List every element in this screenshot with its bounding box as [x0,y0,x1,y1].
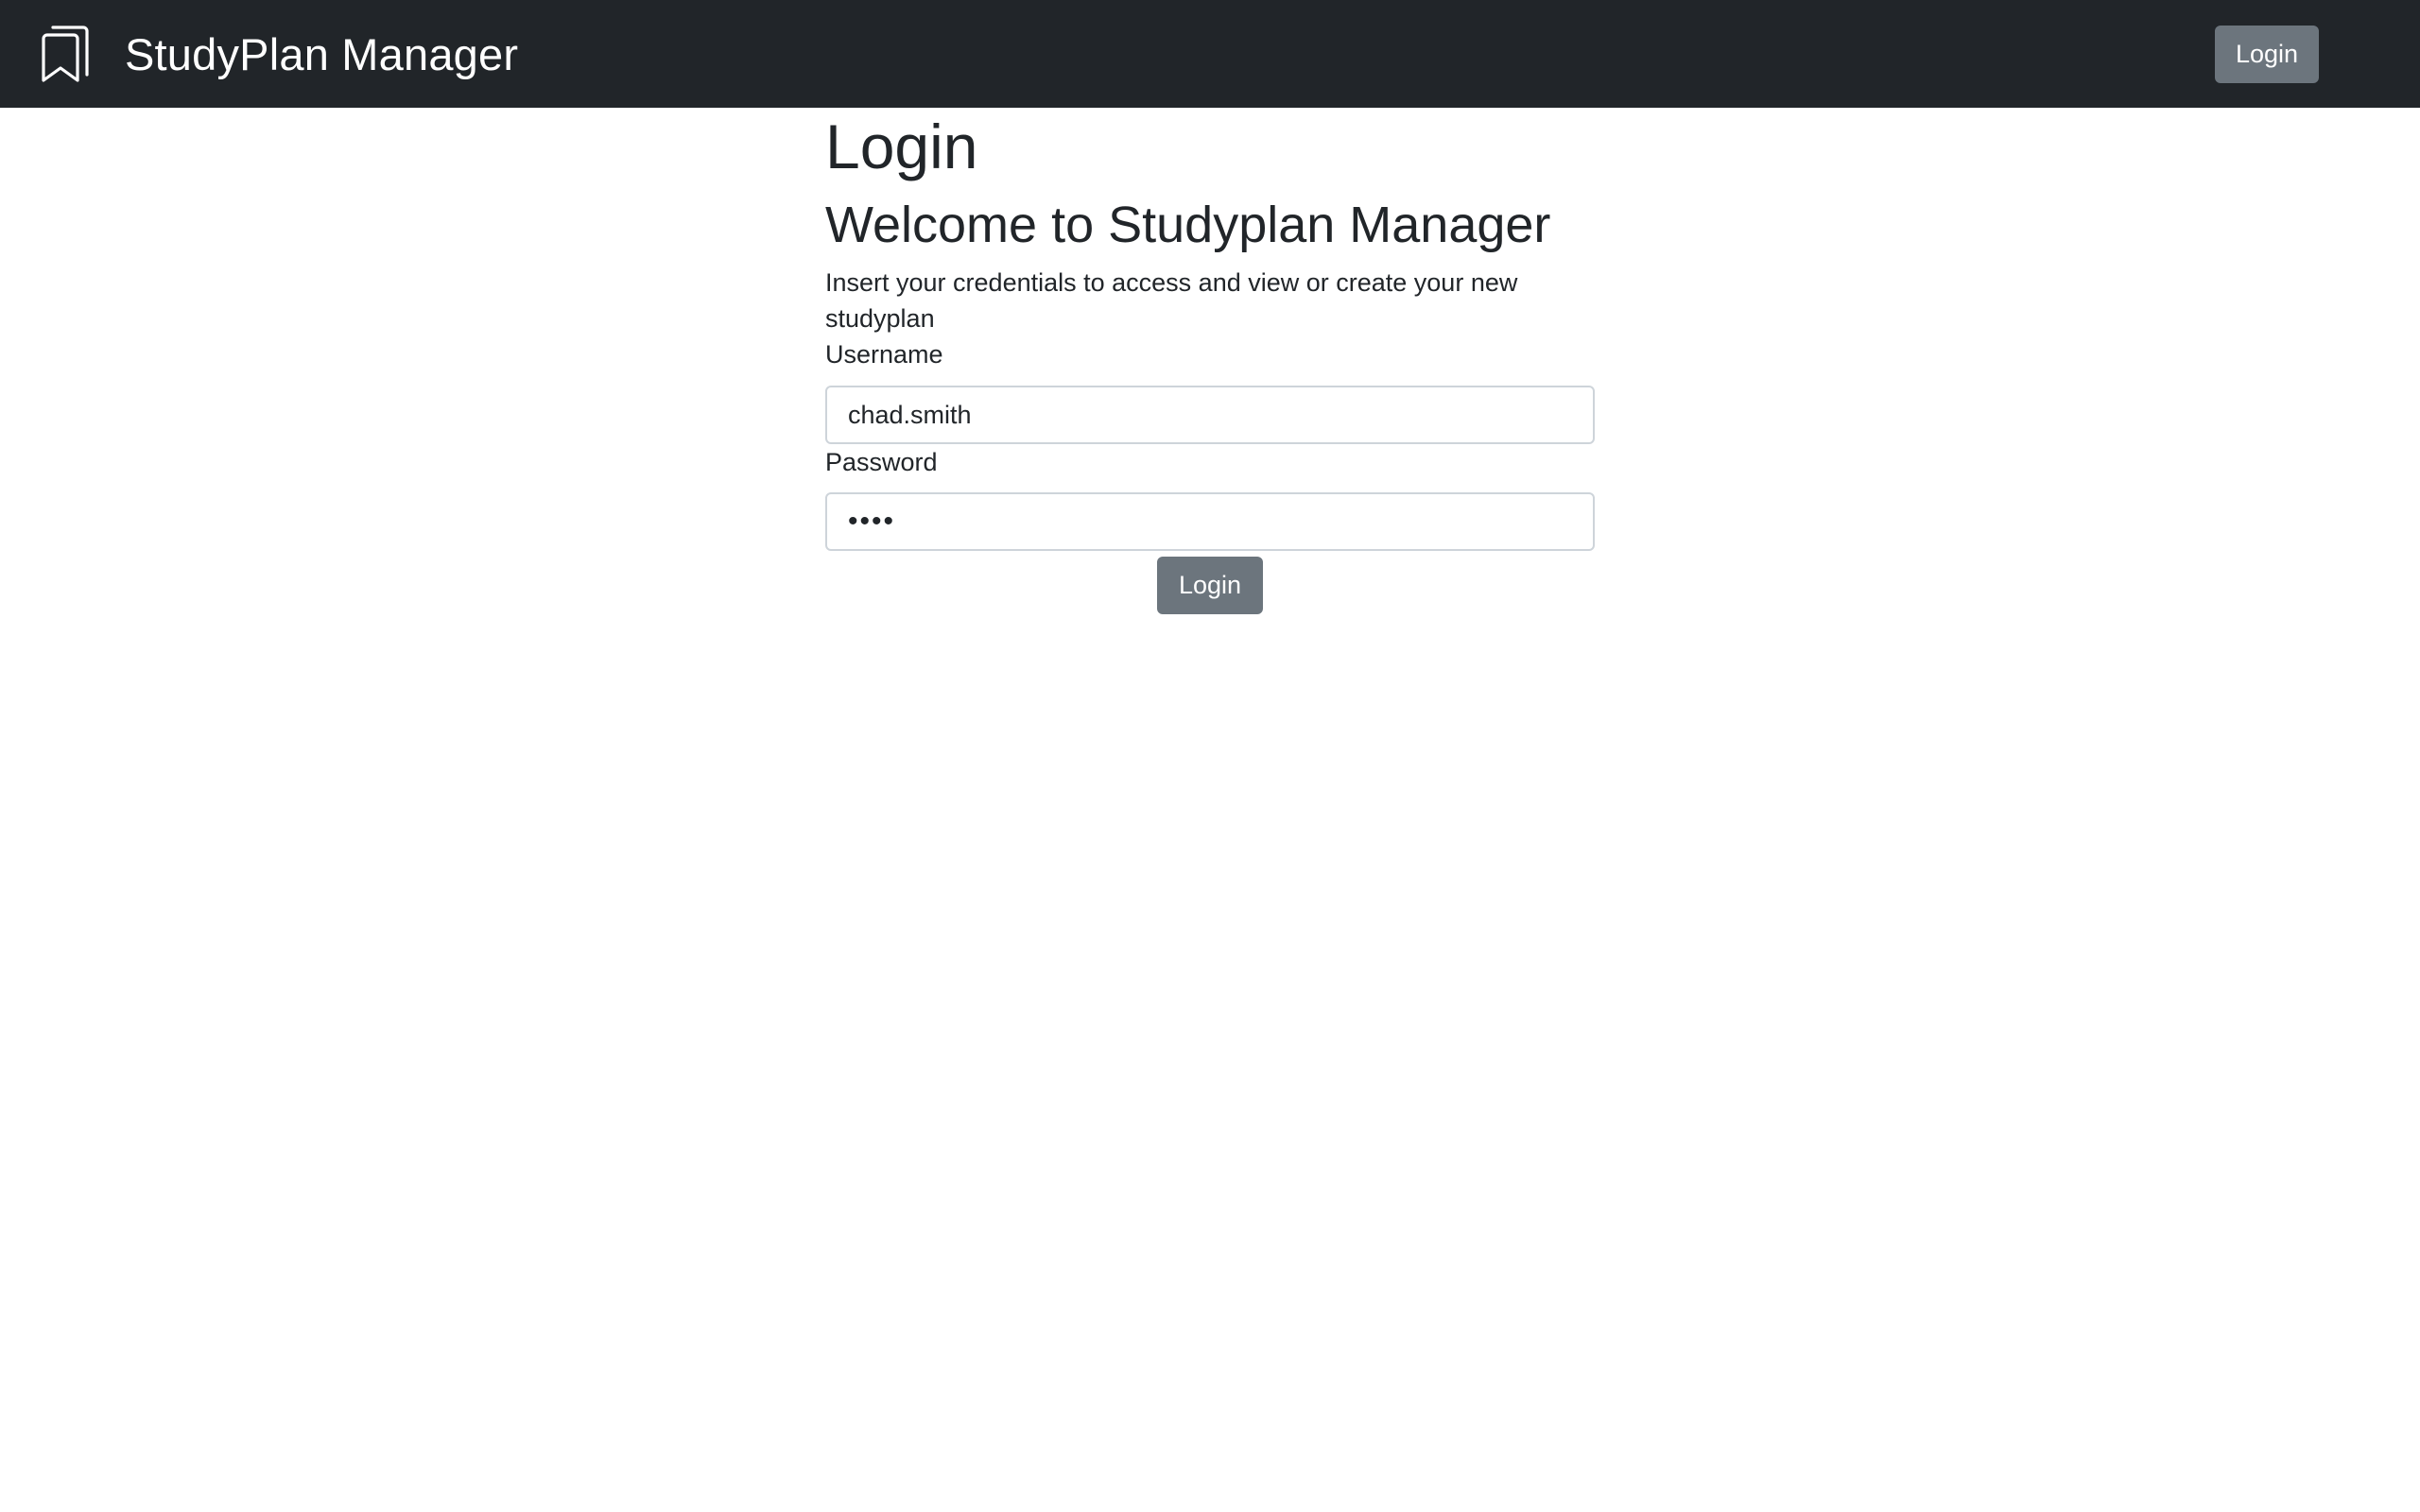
password-label: Password [825,448,938,476]
password-input[interactable] [825,492,1595,551]
bookmarks-icon [42,26,89,82]
username-label: Username [825,340,943,369]
intro-text: Insert your credentials to access and vi… [825,268,1518,333]
top-navbar: StudyPlan Manager Login [0,0,2420,108]
brand-link[interactable]: StudyPlan Manager [40,17,518,91]
navbar-login-button[interactable]: Login [2215,26,2319,83]
login-submit-button[interactable]: Login [1157,557,1263,614]
welcome-heading: Welcome to Studyplan Manager [825,197,1551,253]
username-input[interactable] [825,386,1595,444]
brand-title: StudyPlan Manager [125,28,519,79]
page-title: Login [825,112,978,181]
